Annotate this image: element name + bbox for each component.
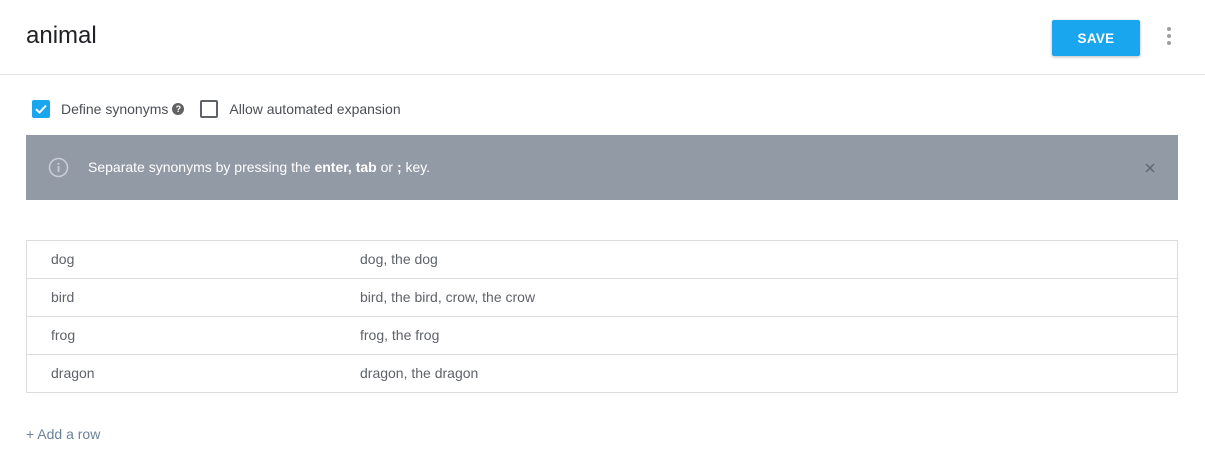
reference-value[interactable]: dragon <box>51 355 95 391</box>
more-vert-icon[interactable] <box>1161 24 1177 48</box>
page-title: animal <box>26 22 97 49</box>
help-icon[interactable]: ? <box>172 103 185 115</box>
table-row[interactable]: frog frog, the frog <box>27 317 1177 355</box>
add-row-link[interactable]: + Add a row <box>26 426 100 442</box>
close-icon[interactable] <box>1142 160 1158 176</box>
info-banner: Separate synonyms by pressing the enter,… <box>26 135 1178 200</box>
synonyms-value[interactable]: frog, the frog <box>360 317 439 353</box>
synonyms-table: dog dog, the dog bird bird, the bird, cr… <box>26 240 1178 393</box>
table-row[interactable]: dragon dragon, the dragon <box>27 355 1177 392</box>
entity-options: Define synonyms ? Allow automated expans… <box>32 98 401 120</box>
page-header: animal SAVE <box>0 0 1205 75</box>
reference-value[interactable]: dog <box>51 241 74 277</box>
automated-expansion-label: Allow automated expansion <box>229 101 401 117</box>
reference-value[interactable]: bird <box>51 279 74 315</box>
table-row[interactable]: bird bird, the bird, crow, the crow <box>27 279 1177 317</box>
define-synonyms-label: Define synonyms <box>61 101 169 117</box>
table-row[interactable]: dog dog, the dog <box>27 241 1177 279</box>
synonyms-value[interactable]: bird, the bird, crow, the crow <box>360 279 535 315</box>
synonyms-value[interactable]: dog, the dog <box>360 241 438 277</box>
save-button[interactable]: SAVE <box>1052 20 1140 56</box>
info-icon <box>48 157 69 178</box>
define-synonyms-checkbox[interactable] <box>32 100 50 118</box>
synonyms-value[interactable]: dragon, the dragon <box>360 355 478 391</box>
automated-expansion-checkbox[interactable] <box>200 100 219 118</box>
check-icon <box>35 104 47 114</box>
key-tab: tab <box>355 159 377 175</box>
reference-value[interactable]: frog <box>51 317 75 353</box>
info-text: Separate synonyms by pressing the enter,… <box>88 159 431 175</box>
key-enter: enter, <box>314 159 352 175</box>
